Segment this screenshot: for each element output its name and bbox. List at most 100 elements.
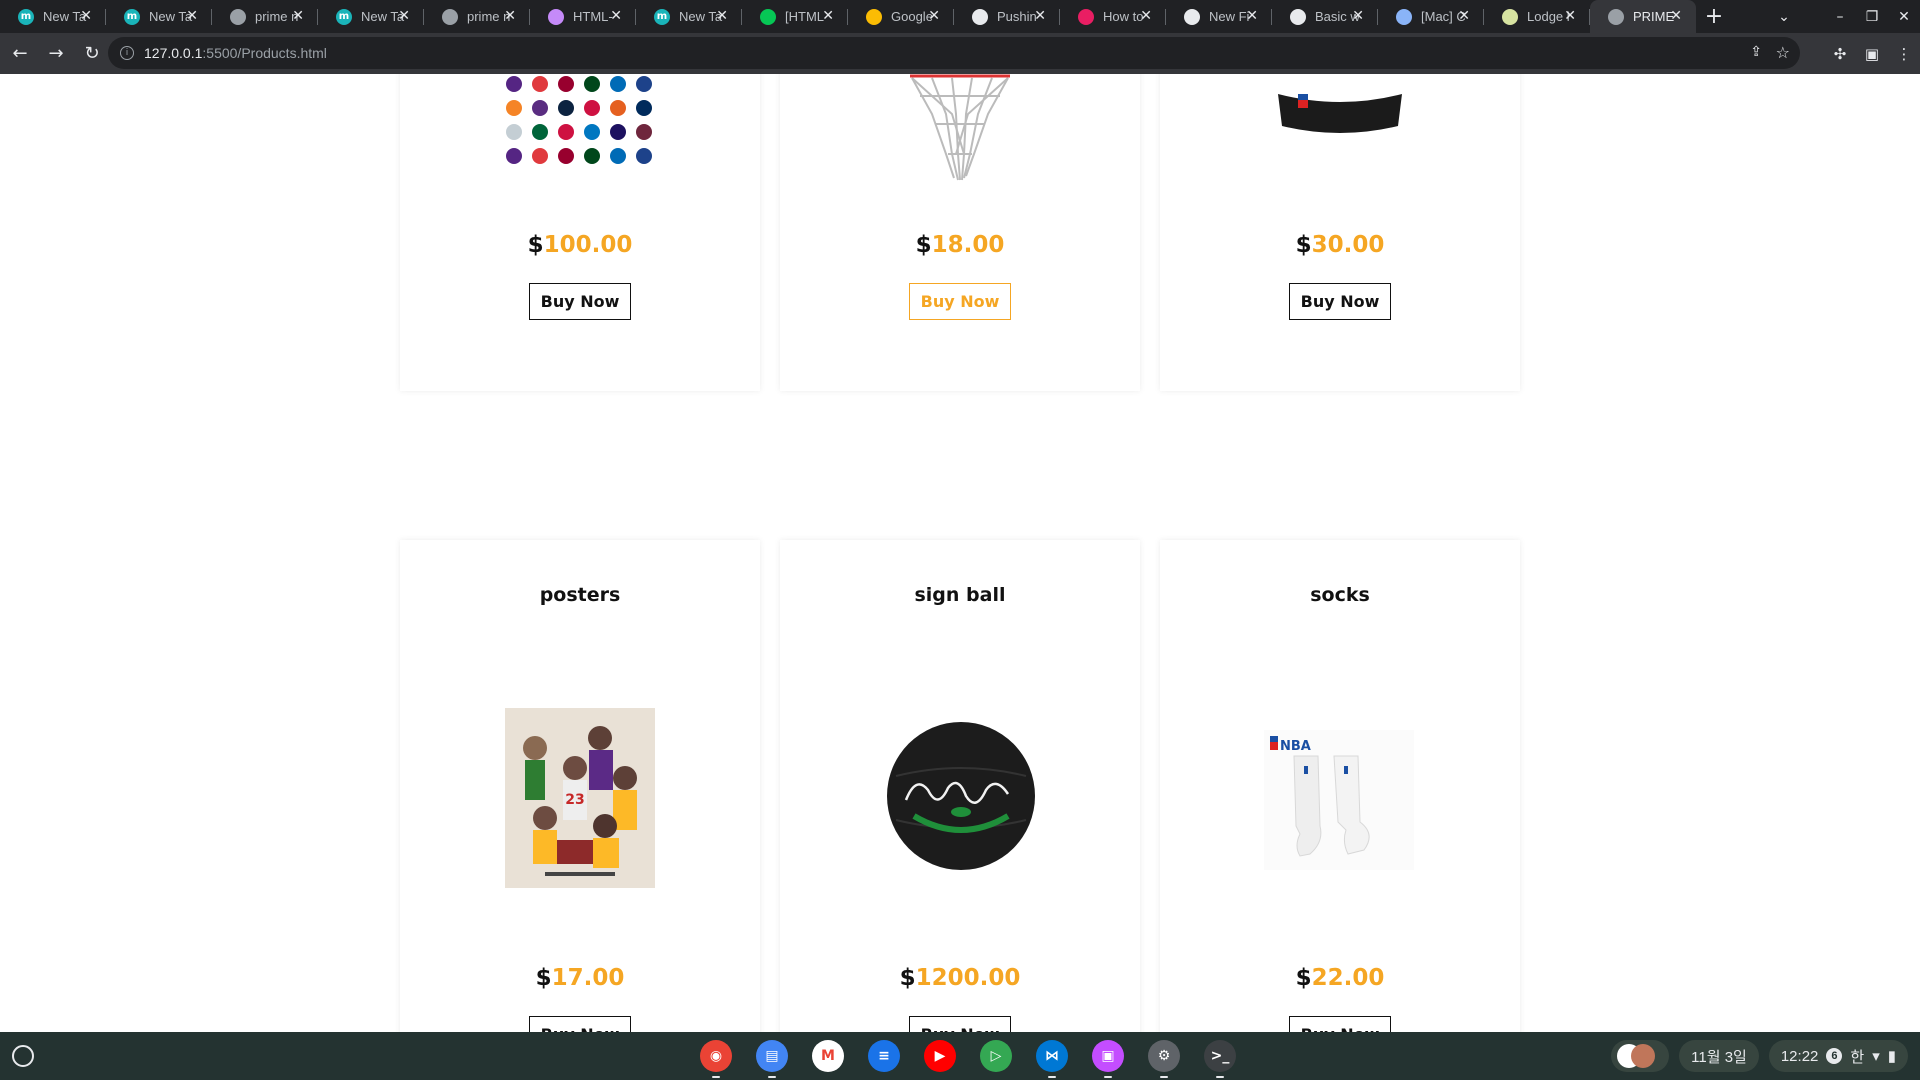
address-bar[interactable]: i 127.0.0.1:5500/Products.html ⇪ ☆ (108, 37, 1800, 69)
url-text[interactable]: 127.0.0.1:5500/Products.html (144, 45, 327, 61)
close-tab-icon[interactable]: ✕ (186, 8, 198, 24)
product-card: $30.00 Buy Now (1160, 74, 1520, 391)
tab-search-icon[interactable]: ⌄ (1768, 9, 1800, 25)
running-indicator (1216, 1076, 1224, 1078)
close-tab-icon[interactable]: ✕ (1670, 8, 1682, 24)
running-indicator (1104, 1076, 1112, 1078)
restore-icon[interactable]: ❐ (1856, 9, 1888, 25)
browser-tab[interactable]: Pushin ✕ (954, 0, 1060, 33)
browser-tab[interactable]: Lodge l ✕ (1484, 0, 1590, 33)
close-tab-icon[interactable]: ✕ (1352, 8, 1364, 24)
close-tab-icon[interactable]: ✕ (1140, 8, 1152, 24)
shelf-app[interactable]: ⚙ (1136, 1038, 1192, 1078)
close-tab-icon[interactable]: ✕ (928, 8, 940, 24)
team-logo (532, 100, 548, 116)
holding-space-icon[interactable] (1611, 1040, 1670, 1072)
shelf-app[interactable]: ▷ (968, 1038, 1024, 1074)
shelf-app[interactable]: ≡ (856, 1038, 912, 1074)
messages-icon: ≡ (868, 1040, 900, 1072)
browser-tab[interactable]: prime n ✕ (424, 0, 530, 33)
shelf-app[interactable]: ▶ (912, 1038, 968, 1074)
buy-now-button[interactable]: Buy Now (529, 1016, 631, 1032)
running-indicator (1048, 1076, 1056, 1078)
close-tab-icon[interactable]: ✕ (398, 8, 410, 24)
browser-tab[interactable]: Basic w ✕ (1272, 0, 1378, 33)
browser-tab[interactable]: m New Ta ✕ (106, 0, 212, 33)
price-value: 17.00 (551, 965, 625, 991)
product-name: socks (1310, 584, 1370, 606)
share-icon[interactable]: ⇪ (1750, 44, 1762, 60)
buy-now-button[interactable]: Buy Now (909, 283, 1011, 320)
shelf-app[interactable]: ⋈ (1024, 1038, 1080, 1078)
product-card: $18.00 Buy Now (780, 74, 1140, 391)
menu-icon[interactable]: ⋮ (1888, 45, 1920, 63)
shelf-app[interactable]: ▣ (1080, 1038, 1136, 1078)
product-card: $100.00 Buy Now (400, 74, 760, 391)
browser-tab[interactable]: Google ✕ (848, 0, 954, 33)
m-app-icon: m (336, 8, 352, 25)
currency-symbol: $ (1295, 232, 1312, 258)
window-controls: ⌄ – ❐ ✕ (1768, 0, 1920, 33)
browser-tab[interactable]: [HTML ✕ (742, 0, 848, 33)
close-tab-icon[interactable]: ✕ (610, 8, 622, 24)
browser-tab[interactable]: HTML- ✕ (530, 0, 636, 33)
extensions-icon[interactable]: ✣ (1824, 45, 1856, 63)
forward-icon[interactable]: → (40, 38, 72, 70)
buy-now-button[interactable]: Buy Now (1289, 1016, 1391, 1032)
close-tab-icon[interactable]: ✕ (1034, 8, 1046, 24)
browser-tab[interactable]: m New Ta ✕ (0, 0, 106, 33)
m-app-icon: m (124, 8, 140, 25)
price-value: 1200.00 (915, 965, 1021, 991)
team-logo (636, 124, 652, 140)
browser-tab[interactable]: [Mac] C ✕ (1378, 0, 1484, 33)
buy-now-button[interactable]: Buy Now (909, 1016, 1011, 1032)
bookmark-star-icon[interactable]: ☆ (1776, 43, 1790, 62)
back-icon[interactable]: ← (4, 38, 36, 70)
shelf-app[interactable]: M (800, 1038, 856, 1074)
screencast-icon: ▣ (1092, 1040, 1124, 1072)
browser-tab[interactable]: PRIME ✕ (1590, 0, 1696, 33)
shelf-app[interactable]: ◉ (688, 1038, 744, 1078)
price-value: 18.00 (931, 232, 1005, 258)
close-tab-icon[interactable]: ✕ (1564, 8, 1576, 24)
vscode-icon: ⋈ (1036, 1040, 1068, 1072)
battery-icon: ▮ (1887, 1048, 1896, 1065)
close-tab-icon[interactable]: ✕ (80, 8, 92, 24)
product-card: sign ball $1200.00 Buy Now (780, 540, 1140, 1032)
buy-now-button[interactable]: Buy Now (1289, 283, 1391, 320)
close-tab-icon[interactable]: ✕ (1458, 8, 1470, 24)
product-price: $100.00 (400, 232, 760, 258)
side-panel-icon[interactable]: ▣ (1856, 45, 1888, 63)
pinned-apps: ◉ ▤ M ≡ ▶ ▷ ⋈ ▣ ⚙ >_ (688, 1038, 1248, 1078)
settings-icon: ⚙ (1148, 1040, 1180, 1072)
reload-icon[interactable]: ↻ (76, 38, 108, 70)
url-host: 127.0.0.1 (144, 45, 203, 61)
browser-tab[interactable]: How to ✕ (1060, 0, 1166, 33)
new-tab-button[interactable]: + (1696, 0, 1732, 33)
launcher-icon[interactable] (12, 1045, 34, 1067)
close-tab-icon[interactable]: ✕ (822, 8, 834, 24)
date-pill[interactable]: 11월 3일 (1679, 1040, 1759, 1072)
play-store-icon: ▷ (980, 1040, 1012, 1072)
github-icon (1184, 8, 1200, 25)
browser-tab[interactable]: m New Ta ✕ (318, 0, 424, 33)
close-tab-icon[interactable]: ✕ (292, 8, 304, 24)
team-logo (584, 76, 600, 92)
site-info-icon[interactable]: i (120, 46, 134, 60)
close-tab-icon[interactable]: ✕ (504, 8, 516, 24)
close-window-icon[interactable]: ✕ (1888, 9, 1920, 25)
browser-tab[interactable]: m New Ta ✕ (636, 0, 742, 33)
shelf-app[interactable]: ▤ (744, 1038, 800, 1078)
currency-symbol: $ (899, 965, 916, 991)
close-tab-icon[interactable]: ✕ (1246, 8, 1258, 24)
browser-tab[interactable]: prime n ✕ (212, 0, 318, 33)
minimize-icon[interactable]: – (1824, 9, 1856, 25)
shelf-app[interactable]: >_ (1192, 1038, 1248, 1078)
buy-now-button[interactable]: Buy Now (529, 283, 631, 320)
m-app-icon: m (18, 8, 34, 25)
status-area[interactable]: 12:22 6 한 ▾ ▮ (1768, 1040, 1908, 1072)
browser-tab[interactable]: New Fi ✕ (1166, 0, 1272, 33)
close-tab-icon[interactable]: ✕ (716, 8, 728, 24)
ime-indicator: 한 (1850, 1048, 1865, 1066)
team-logo (558, 76, 574, 92)
